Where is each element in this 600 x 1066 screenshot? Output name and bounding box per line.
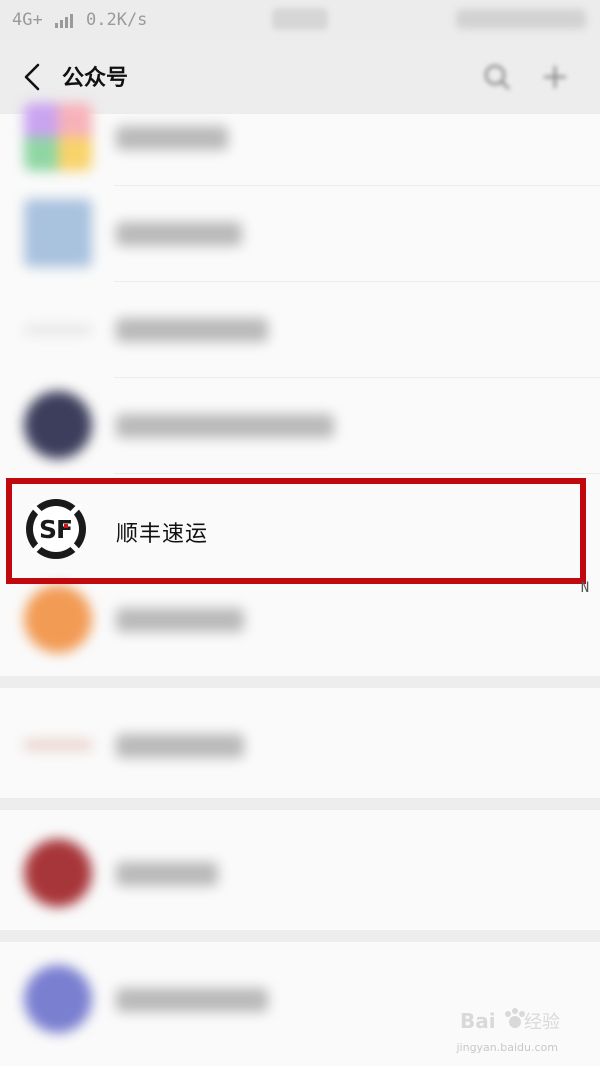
index-letter[interactable] — [578, 508, 592, 532]
clock-blurred — [272, 8, 328, 30]
alphabet-index-bar[interactable]: N — [578, 268, 592, 908]
index-letter[interactable] — [578, 724, 592, 748]
index-letter[interactable] — [578, 388, 592, 412]
index-letter[interactable] — [578, 340, 592, 364]
svg-text:Bai: Bai — [460, 1009, 496, 1033]
row-divider — [114, 473, 600, 474]
account-name-blurred — [116, 318, 268, 342]
account-name-blurred — [116, 414, 334, 438]
index-letter[interactable] — [578, 436, 592, 460]
list-separator — [0, 676, 600, 688]
index-letter[interactable] — [578, 532, 592, 556]
index-letter[interactable] — [578, 820, 592, 844]
index-letter-n[interactable]: N — [578, 580, 592, 604]
account-name-blurred — [116, 734, 244, 758]
watermark-url: jingyan.baidu.com — [456, 1041, 558, 1054]
account-row[interactable] — [0, 826, 600, 922]
svg-text:F: F — [56, 515, 73, 544]
account-avatar — [24, 740, 92, 750]
index-letter[interactable] — [578, 652, 592, 676]
account-avatar — [24, 391, 92, 459]
account-row[interactable] — [0, 282, 600, 378]
index-letter[interactable] — [578, 412, 592, 436]
index-letter[interactable] — [578, 772, 592, 796]
account-name-blurred — [116, 222, 242, 246]
index-letter[interactable] — [578, 868, 592, 892]
index-letter[interactable] — [578, 748, 592, 772]
account-name-blurred — [116, 126, 228, 150]
index-letter[interactable] — [578, 292, 592, 316]
index-letter[interactable] — [578, 844, 592, 868]
chevron-left-icon[interactable] — [18, 60, 48, 94]
account-avatar — [24, 585, 92, 653]
index-letter[interactable] — [578, 796, 592, 820]
index-letter[interactable] — [578, 628, 592, 652]
search-icon[interactable] — [482, 62, 512, 92]
plus-icon[interactable] — [540, 62, 570, 92]
index-letter[interactable] — [578, 268, 592, 292]
list-separator — [0, 798, 600, 810]
account-avatar — [24, 103, 92, 171]
account-row[interactable] — [0, 90, 600, 186]
account-avatar — [24, 326, 92, 334]
account-row[interactable] — [0, 378, 600, 474]
signal-icon — [55, 12, 73, 28]
account-row-sf-express[interactable]: S F 顺丰速运 — [0, 478, 600, 574]
account-name: 顺丰速运 — [116, 522, 209, 547]
index-letter[interactable] — [578, 604, 592, 628]
list-separator — [0, 930, 600, 942]
page-title: 公众号 — [62, 65, 129, 91]
status-icons-blurred — [456, 9, 586, 29]
account-row[interactable] — [0, 698, 600, 794]
account-name-blurred — [116, 608, 244, 632]
sf-express-logo-icon: S F — [26, 499, 86, 559]
account-name-blurred — [116, 988, 268, 1012]
account-avatar — [24, 199, 92, 267]
index-letter[interactable] — [578, 676, 592, 700]
index-letter[interactable] — [578, 316, 592, 340]
network-type: 4G+ — [12, 10, 43, 30]
index-letter[interactable] — [578, 700, 592, 724]
baidu-jingyan-watermark-logo: Bai 经验 — [460, 1008, 560, 1033]
account-avatar — [24, 839, 92, 907]
status-bar: 4G+ 0.2K/s — [0, 0, 600, 40]
index-letter[interactable] — [578, 460, 592, 484]
index-letter[interactable] — [578, 556, 592, 580]
account-list: S F 顺丰速运 — [0, 103, 600, 1066]
svg-text:经验: 经验 — [524, 1012, 560, 1033]
account-avatar — [24, 965, 92, 1033]
account-row[interactable] — [0, 186, 600, 282]
index-letter[interactable] — [578, 364, 592, 388]
network-speed: 0.2K/s — [86, 10, 148, 30]
index-letter[interactable] — [578, 484, 592, 508]
account-name-blurred — [116, 862, 218, 886]
account-row[interactable] — [0, 572, 600, 668]
svg-text:S: S — [39, 515, 57, 544]
